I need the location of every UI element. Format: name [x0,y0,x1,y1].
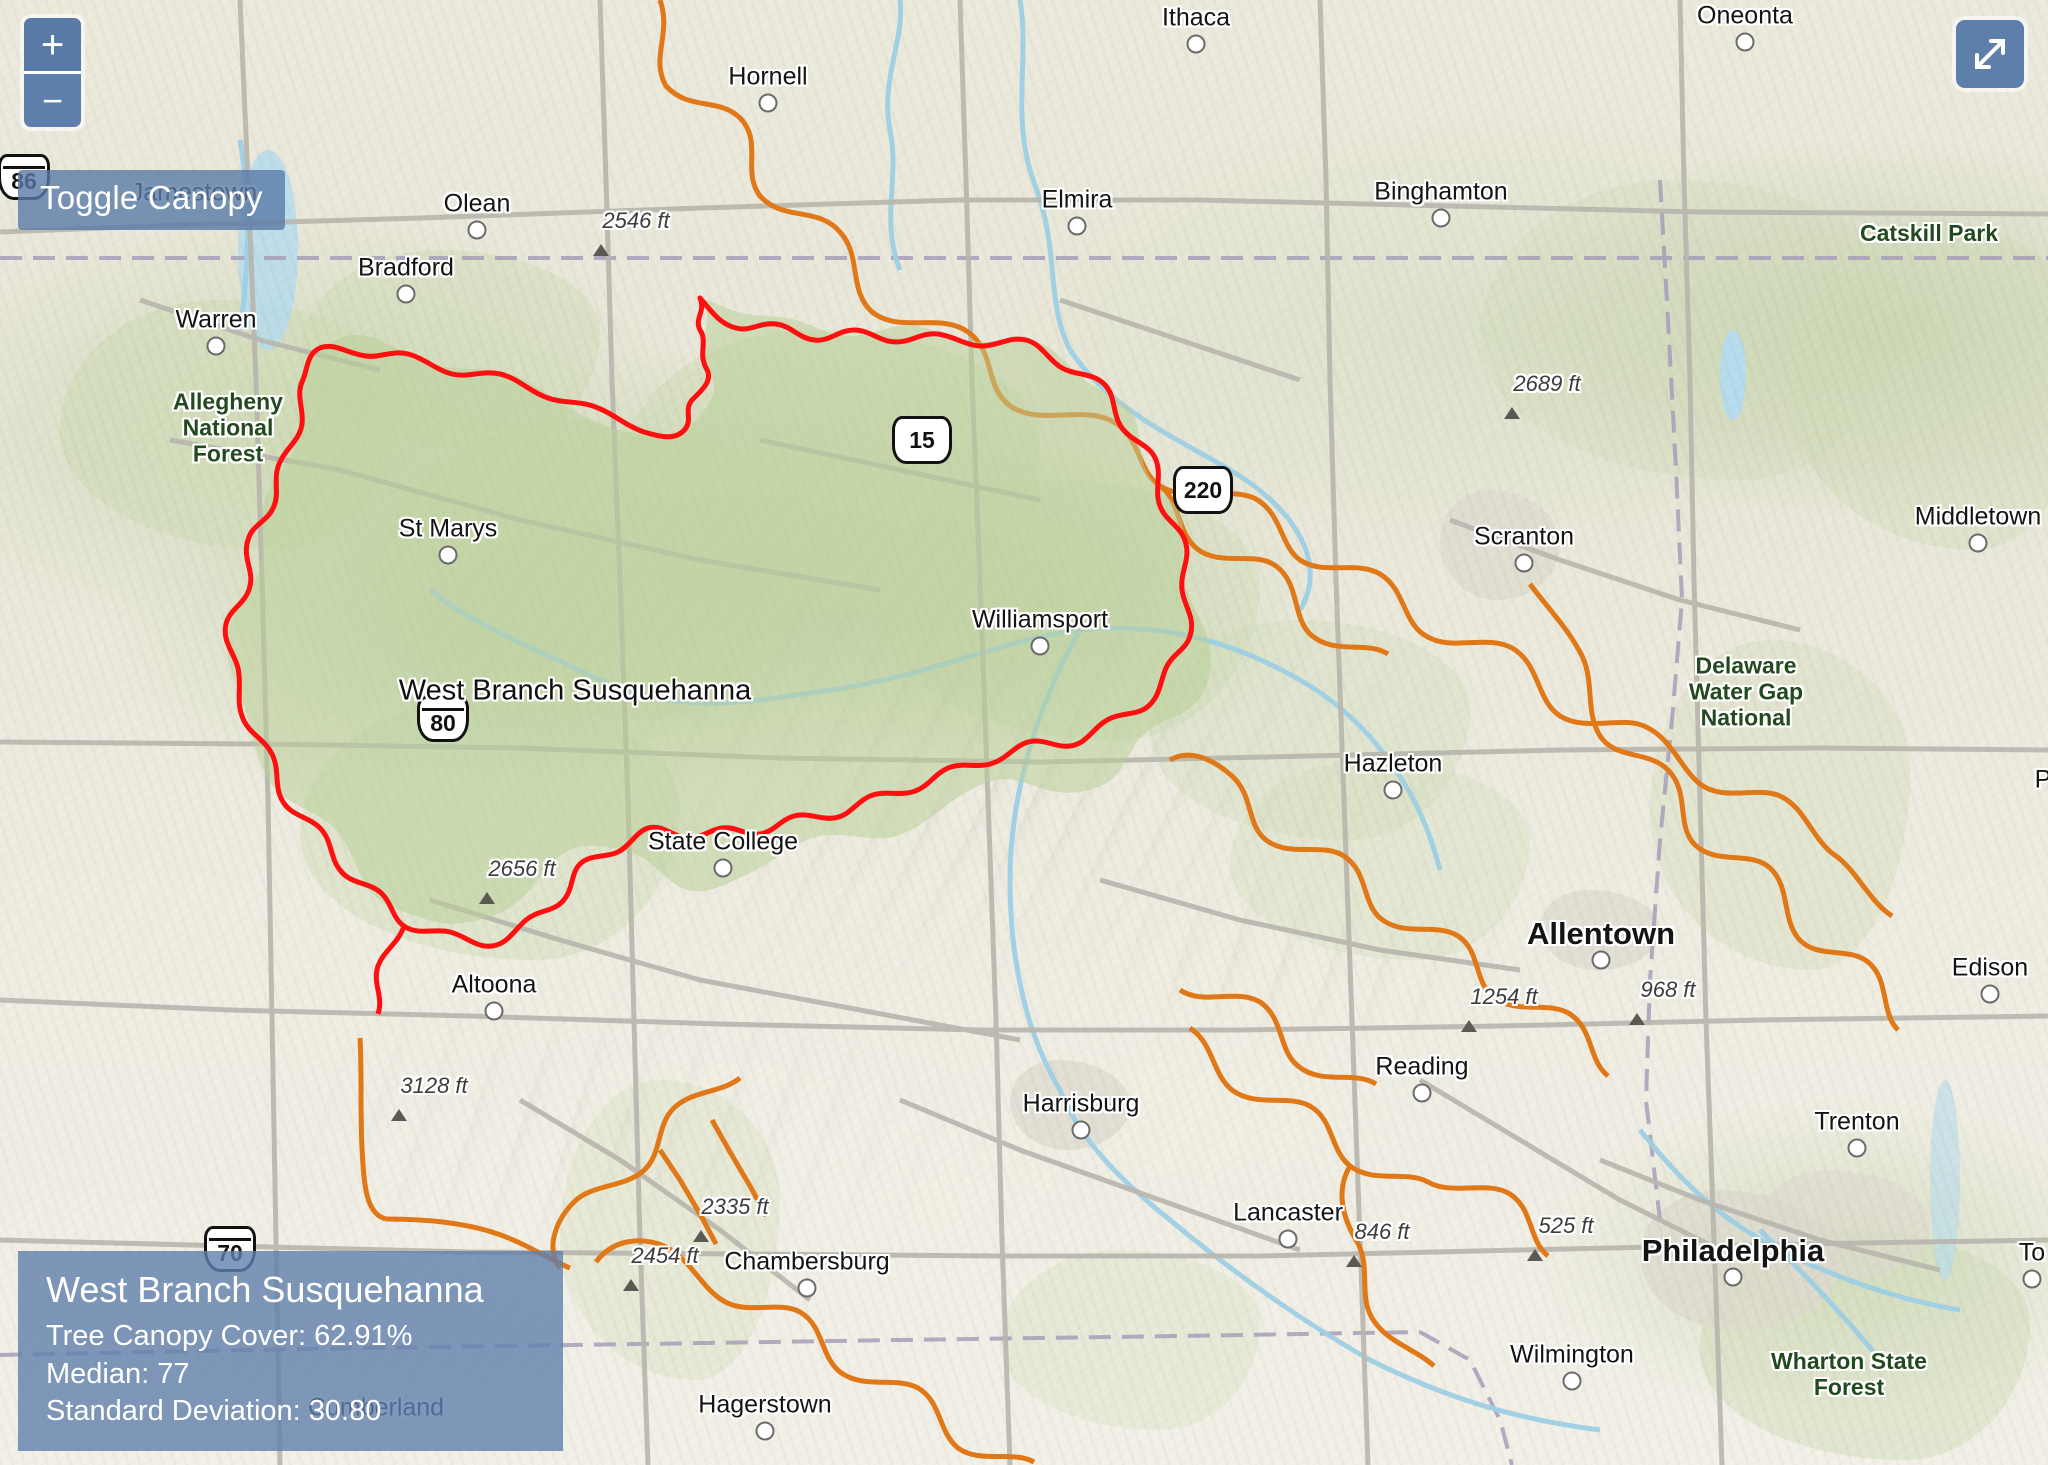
zoom-out-button[interactable]: − [24,71,81,127]
city-marker-dot [755,1421,775,1441]
peak-marker-icon [1461,1020,1477,1032]
watershed-info-panel: West Branch Susquehanna Tree Canopy Cove… [18,1251,563,1451]
peak-marker-icon [479,892,495,904]
info-standard-deviation: Standard Deviation: 30.80 [46,1395,382,1428]
expand-diagonal-arrows-icon [1975,39,2005,69]
peak-marker-icon [1504,407,1520,419]
peak-marker-icon [593,244,609,256]
basin-outlet-spur [373,925,407,1015]
city-marker-dot [713,858,733,878]
info-tree-canopy-cover: Tree Canopy Cover: 62.91% [46,1319,413,1352]
city-marker-dot [484,1001,504,1021]
city-marker-dot [1071,1120,1091,1140]
city-marker-dot [1562,1371,1582,1391]
city-marker-dot [1186,34,1206,54]
map-viewport[interactable]: JamestownIthacaOneontaHornellElmiraBingh… [0,0,2048,1465]
city-marker-dot [2022,1269,2042,1289]
city-marker-dot [438,545,458,565]
city-marker-dot [1735,32,1755,52]
city-marker-dot [1278,1229,1298,1249]
peak-marker-icon [623,1279,639,1291]
city-marker-dot [1968,533,1988,553]
city-marker-dot [1514,553,1534,573]
city-marker-dot [467,220,487,240]
zoom-control[interactable]: + − [24,18,81,127]
west-branch-susquehanna-basin [222,295,1211,949]
peak-marker-icon [693,1230,709,1242]
info-panel-title: West Branch Susquehanna [46,1269,484,1311]
zoom-in-button[interactable]: + [24,18,81,71]
peak-marker-icon [1527,1249,1543,1261]
city-marker-dot [396,284,416,304]
fullscreen-expand-button[interactable] [1956,20,2024,88]
city-marker-dot [206,336,226,356]
city-marker-dot [1723,1267,1743,1287]
peak-marker-icon [391,1109,407,1121]
peak-marker-icon [1346,1255,1362,1267]
city-marker-dot [1412,1083,1432,1103]
city-marker-dot [1431,208,1451,228]
city-marker-dot [1383,780,1403,800]
city-marker-dot [1980,984,2000,1004]
peak-marker-icon [1629,1013,1645,1025]
vector-overlay [0,0,2048,1465]
city-marker-dot [1591,950,1611,970]
city-marker-dot [797,1278,817,1298]
city-marker-dot [1030,636,1050,656]
toggle-canopy-button[interactable]: Toggle Canopy [18,170,285,230]
city-marker-dot [1067,216,1087,236]
city-marker-dot [1847,1138,1867,1158]
info-median: Median: 77 [46,1357,190,1390]
city-marker-dot [758,93,778,113]
